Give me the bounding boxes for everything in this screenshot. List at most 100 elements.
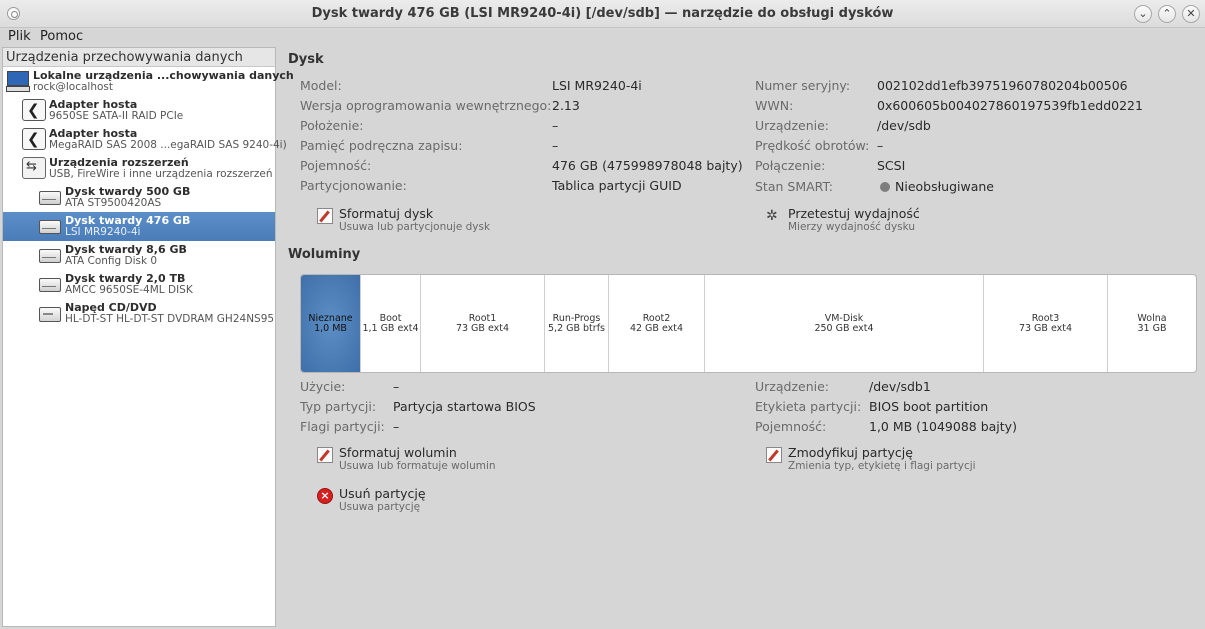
usage-label: Użycie: xyxy=(300,379,346,394)
tree-item-host-adapter-1[interactable]: Adapter hosta 9650SE SATA-II RAID PCIe xyxy=(3,96,275,125)
serial-value: 002102dd1efb39751960780204b00506 xyxy=(877,78,1128,93)
write-cache-label: Pamięć podręczna zapisu: xyxy=(300,138,463,153)
disk-section-title: Dysk xyxy=(288,52,324,67)
tree-item-local-storage[interactable]: Lokalne urządzenia ...chowywania danych … xyxy=(3,67,294,96)
volume-capacity-value: 1,0 MB (1049088 bajty) xyxy=(869,419,1017,434)
model-value: LSI MR9240-4i xyxy=(552,78,642,93)
modify-partition-title: Zmodyfikuj partycję xyxy=(788,445,913,460)
volume-segment-info: 5,2 GB btrfs xyxy=(548,323,605,334)
partition-flags-value: – xyxy=(393,419,400,434)
smart-status-icon xyxy=(880,182,890,192)
usb-icon xyxy=(22,157,46,179)
delete-partition-title: Usuń partycję xyxy=(339,486,426,501)
format-volume-subtitle: Usuwa lub formatuje wolumin xyxy=(339,460,496,472)
connection-value: SCSI xyxy=(877,158,906,173)
modify-partition-icon xyxy=(766,447,782,463)
volume-segment-unknown[interactable]: Nieznane 1,0 MB xyxy=(301,275,361,372)
hard-disk-icon xyxy=(38,215,62,237)
format-disk-title: Sformatuj dysk xyxy=(339,206,434,221)
serial-label: Numer seryjny: xyxy=(755,78,851,93)
tree-item-disk-2tb[interactable]: Dysk twardy 2,0 TB AMCC 9650SE-4ML DISK xyxy=(3,270,275,299)
window-title: Dysk twardy 476 GB (LSI MR9240-4i) [/dev… xyxy=(311,6,894,21)
menu-bar: Plik Pomoc xyxy=(0,28,1205,46)
delete-partition-subtitle: Usuwa partycję xyxy=(339,501,421,513)
host-adapter-icon xyxy=(22,99,46,121)
partition-flags-label: Flagi partycji: xyxy=(300,419,385,434)
tree-item-peripheral-devices[interactable]: Urządzenia rozszerzeń USB, FireWire i in… xyxy=(3,154,275,183)
maximize-button[interactable]: ⌃ xyxy=(1158,5,1176,23)
hard-disk-icon xyxy=(38,244,62,266)
volume-segment-info: 1,1 GB ext4 xyxy=(362,323,419,334)
tree-item-subtitle: LSI MR9240-4i xyxy=(65,226,141,238)
tree-item-subtitle: 9650SE SATA-II RAID PCIe xyxy=(49,110,184,122)
capacity-label: Pojemność: xyxy=(300,158,372,173)
minimize-button[interactable]: ⌄ xyxy=(1134,5,1152,23)
format-volume-button[interactable]: Sformatuj wolumin Usuwa lub formatuje wo… xyxy=(317,445,537,473)
host-adapter-icon xyxy=(22,128,46,150)
volumes-graph: Nieznane 1,0 MB Boot 1,1 GB ext4 Root1 7… xyxy=(300,274,1197,373)
firmware-value: 2.13 xyxy=(552,98,580,113)
volume-segment-root3[interactable]: Root3 73 GB ext4 xyxy=(984,275,1108,372)
volumes-section-title: Woluminy xyxy=(288,247,361,262)
device-label: Urządzenie: xyxy=(755,118,829,133)
tree-item-subtitle: ATA Config Disk 0 xyxy=(65,255,158,267)
volume-segment-root1[interactable]: Root1 73 GB ext4 xyxy=(421,275,545,372)
volume-segment-info: 73 GB ext4 xyxy=(1018,323,1073,334)
delete-partition-button[interactable]: × Usuń partycję Usuwa partycję xyxy=(317,486,537,514)
tree-item-subtitle: ATA ST9500420AS xyxy=(65,197,162,209)
benchmark-icon: ✲ xyxy=(766,208,778,224)
partition-type-value: Partycja startowa BIOS xyxy=(393,399,536,414)
title-bar: Dysk twardy 476 GB (LSI MR9240-4i) [/dev… xyxy=(0,0,1205,28)
volume-device-label: Urządzenie: xyxy=(755,379,829,394)
partitioning-value: Tablica partycji GUID xyxy=(552,178,682,193)
capacity-value: 476 GB (475998978048 bajty) xyxy=(552,158,743,173)
device-value: /dev/sdb xyxy=(877,118,931,133)
computer-icon xyxy=(6,70,30,92)
format-disk-icon xyxy=(317,208,333,224)
tree-item-host-adapter-2[interactable]: Adapter hosta MegaRAID SAS 2008 ...egaRA… xyxy=(3,125,287,154)
firmware-label: Wersja oprogramowania wewnętrznego: xyxy=(300,98,552,113)
format-volume-title: Sformatuj wolumin xyxy=(339,445,457,460)
volume-segment-free[interactable]: Wolna 31 GB xyxy=(1108,275,1196,372)
location-label: Położenie: xyxy=(300,118,364,133)
volume-segment-vm-disk[interactable]: VM-Disk 250 GB ext4 xyxy=(705,275,984,372)
tree-item-optical-drive[interactable]: Napęd CD/DVD HL-DT-ST HL-DT-ST DVDRAM GH… xyxy=(3,299,275,328)
volume-segment-boot[interactable]: Boot 1,1 GB ext4 xyxy=(361,275,421,372)
tree-item-disk-8gb[interactable]: Dysk twardy 8,6 GB ATA Config Disk 0 xyxy=(3,241,275,270)
optical-drive-icon xyxy=(38,302,62,324)
smart-status-label: Stan SMART: xyxy=(755,179,833,194)
menu-help[interactable]: Pomoc xyxy=(40,29,83,44)
partition-type-label: Typ partycji: xyxy=(300,399,377,414)
smart-status-value: Nieobsługiwane xyxy=(895,179,994,194)
location-value: – xyxy=(552,118,559,133)
modify-partition-button[interactable]: Zmodyfikuj partycję Zmienia typ, etykiet… xyxy=(766,445,1026,473)
hard-disk-icon xyxy=(38,273,62,295)
format-disk-button[interactable]: Sformatuj dysk Usuwa lub partycjonuje dy… xyxy=(317,206,537,234)
partition-label-value: BIOS boot partition xyxy=(869,399,989,414)
volume-segment-info: 1,0 MB xyxy=(314,323,347,334)
modify-partition-subtitle: Zmienia typ, etykietę i flagi partycji xyxy=(788,460,976,472)
tree-item-subtitle: HL-DT-ST HL-DT-ST DVDRAM GH24NS95 xyxy=(65,313,275,325)
hard-disk-icon xyxy=(38,186,62,208)
rotation-speed-value: – xyxy=(877,138,884,153)
volume-segment-info: 73 GB ext4 xyxy=(455,323,510,334)
benchmark-subtitle: Mierzy wydajność dysku xyxy=(788,221,916,233)
volume-segment-root2[interactable]: Root2 42 GB ext4 xyxy=(609,275,705,372)
volume-segment-run-progs[interactable]: Run-Progs 5,2 GB btrfs xyxy=(545,275,609,372)
format-disk-subtitle: Usuwa lub partycjonuje dysk xyxy=(339,221,491,233)
format-volume-icon xyxy=(317,447,333,463)
volume-segment-info: 31 GB xyxy=(1137,323,1167,334)
device-tree: Urządzenia przechowywania danych Lokalne… xyxy=(2,47,294,627)
menu-file[interactable]: Plik xyxy=(8,29,31,44)
volume-capacity-label: Pojemność: xyxy=(755,419,827,434)
rotation-speed-label: Prędkość obrotów: xyxy=(755,138,870,153)
tree-item-subtitle: AMCC 9650SE-4ML DISK xyxy=(65,284,193,296)
tree-item-disk-500gb[interactable]: Dysk twardy 500 GB ATA ST9500420AS xyxy=(3,183,275,212)
partition-label-label: Etykieta partycji: xyxy=(755,399,862,414)
close-button[interactable]: ✕ xyxy=(1182,5,1200,23)
volume-segment-info: 250 GB ext4 xyxy=(814,323,874,334)
benchmark-button[interactable]: ✲ Przetestuj wydajność Mierzy wydajność … xyxy=(766,206,986,234)
usage-value: – xyxy=(393,379,400,394)
connection-label: Połączenie: xyxy=(755,158,826,173)
tree-item-disk-476gb[interactable]: Dysk twardy 476 GB LSI MR9240-4i xyxy=(3,212,275,241)
